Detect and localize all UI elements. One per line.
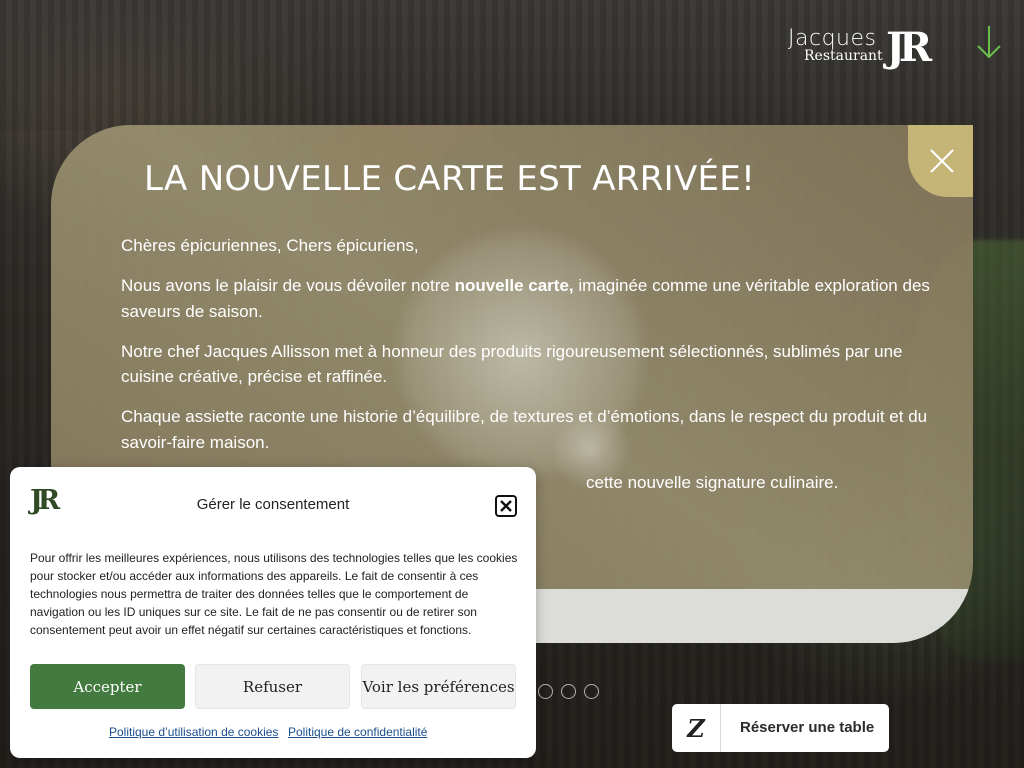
popup-title: LA NOUVELLE CARTE EST ARRIVÉE!: [144, 159, 756, 199]
consent-close-button[interactable]: [495, 495, 517, 517]
popup-p1-text: Nous avons le plaisir de vous dévoiler n…: [121, 276, 455, 295]
popup-paragraph-1: Nous avons le plaisir de vous dévoiler n…: [121, 273, 936, 324]
arrow-down-icon: [977, 26, 1001, 59]
popup-paragraph-3: Chaque assiette raconte une historie d’é…: [121, 407, 928, 452]
close-icon: [500, 500, 512, 512]
consent-description: Pour offrir les meilleures expériences, …: [30, 551, 518, 637]
close-icon: [930, 149, 954, 173]
popup-paragraph-2: Notre chef Jacques Allisson met à honneu…: [121, 341, 903, 387]
consent-title: Gérer le consentement: [196, 496, 350, 513]
privacy-policy-link[interactable]: Politique de confidentialité: [288, 725, 427, 739]
reserve-table-button[interactable]: Z Réserver une table: [672, 704, 889, 752]
cookie-policy-link[interactable]: Politique d’utilisation de cookies: [109, 725, 278, 739]
zenchef-icon: Z: [672, 704, 721, 752]
carousel-dot[interactable]: [561, 684, 576, 699]
popup-greeting: Chères épicuriennes, Chers épicuriens,: [121, 236, 419, 255]
reserve-table-label: Réserver une table: [740, 719, 875, 736]
restaurant-logo[interactable]: Jacques Restaurant JR: [788, 24, 944, 71]
refuse-button[interactable]: Refuser: [195, 664, 350, 709]
popup-p1-bold: nouvelle carte,: [454, 276, 574, 295]
preferences-button[interactable]: Voir les préférences: [361, 664, 516, 709]
scroll-down-button[interactable]: [976, 24, 1002, 60]
logo-subtitle: Restaurant: [804, 48, 883, 64]
logo-monogram: JR: [886, 24, 932, 71]
carousel-dot[interactable]: [584, 684, 599, 699]
cookie-consent-dialog: JR Gérer le consentement Pour offrir les…: [10, 467, 536, 758]
carousel-dot[interactable]: [538, 684, 553, 699]
accept-button[interactable]: Accepter: [30, 664, 185, 709]
